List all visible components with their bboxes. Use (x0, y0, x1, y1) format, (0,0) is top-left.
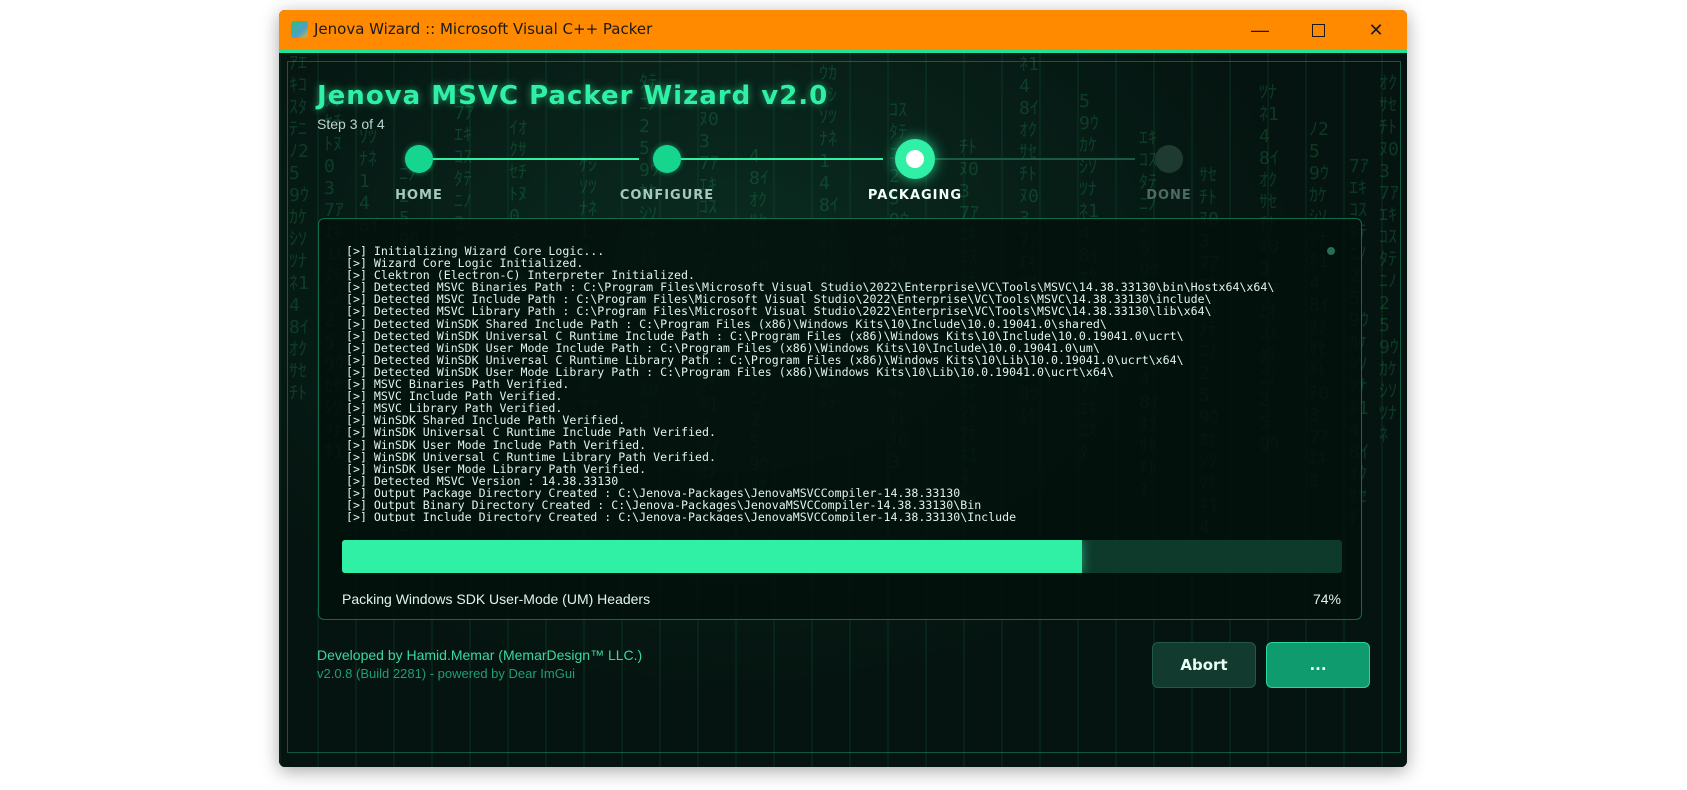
progress-fill (342, 540, 1082, 573)
wizard-window: Jenova Wizard :: Microsoft Visual C++ Pa… (279, 10, 1407, 767)
stepper-line-3 (915, 158, 1135, 160)
app-icon (291, 21, 308, 38)
step-dot-packaging (895, 139, 935, 179)
close-button[interactable]: ✕ (1347, 10, 1405, 50)
step-dot-packaging-core (906, 150, 924, 168)
log-panel: [>] Initializing Wizard Core Logic... [>]… (318, 218, 1362, 620)
step-dot-done (1155, 145, 1183, 173)
wizard-title: Jenova MSVC Packer Wizard v2.0 (317, 81, 829, 111)
stepper-line-2 (667, 158, 883, 160)
log-line: [>] Output Include Directory Created : C… (346, 510, 1017, 522)
log-scrollbar[interactable] (1327, 247, 1335, 255)
log-line: [>] WinSDK User Mode Include Path Verifi… (346, 437, 647, 452)
window-title: Jenova Wizard :: Microsoft Visual C++ Pa… (314, 20, 653, 38)
log-line: [>] Detected MSVC Library Path : C:\Prog… (346, 304, 1212, 319)
progress-bar (342, 540, 1342, 573)
abort-button[interactable]: Abort (1152, 642, 1256, 688)
step-label-done: DONE (1146, 188, 1192, 203)
step-dot-configure (653, 145, 681, 173)
maximize-icon (1311, 23, 1325, 37)
developer-credit: Developed by Hamid.Memar (MemarDesign™ L… (317, 647, 643, 663)
progress-label: Packing Windows SDK User-Mode (UM) Heade… (342, 591, 651, 607)
log-line: [>] WinSDK Universal C Runtime Include P… (346, 425, 716, 440)
step-label-packaging: PACKAGING (867, 188, 963, 203)
next-button[interactable]: ... (1266, 642, 1370, 688)
log-line: [>] WinSDK Universal C Runtime Library P… (346, 449, 716, 464)
step-label-home: HOME (395, 188, 443, 203)
minimize-button[interactable]: — (1231, 10, 1289, 50)
maximize-button[interactable] (1289, 10, 1347, 50)
step-dot-home (405, 145, 433, 173)
minimize-icon: — (1251, 19, 1269, 40)
step-label-configure: CONFIGURE (619, 188, 715, 203)
log-line: [>] Detected WinSDK Universal C Runtime … (346, 328, 1184, 343)
version-info: v2.0.8 (Build 2281) - powered by Dear Im… (317, 666, 575, 681)
progress-percent: 74% (1312, 591, 1341, 607)
wizard-client-area: ｱｴｷｺｽﾀﾃﾆﾉ259ｳｶｹｼｿﾂﾅﾈ148ｲｵｸｻｾﾁﾄ ｸｻｾﾁﾄﾇ037ｱ… (279, 53, 1407, 767)
stepper-line-1 (419, 158, 639, 160)
log-output[interactable]: [>] Initializing Wizard Core Logic... [>]… (346, 245, 1336, 522)
step-indicator-text: Step 3 of 4 (317, 116, 385, 132)
close-icon: ✕ (1368, 19, 1384, 40)
title-bar[interactable]: Jenova Wizard :: Microsoft Visual C++ Pa… (279, 10, 1407, 53)
log-line: [>] Detected WinSDK Shared Include Path … (346, 316, 1107, 331)
log-line: [>] WinSDK User Mode Library Path Verifi… (346, 461, 647, 476)
